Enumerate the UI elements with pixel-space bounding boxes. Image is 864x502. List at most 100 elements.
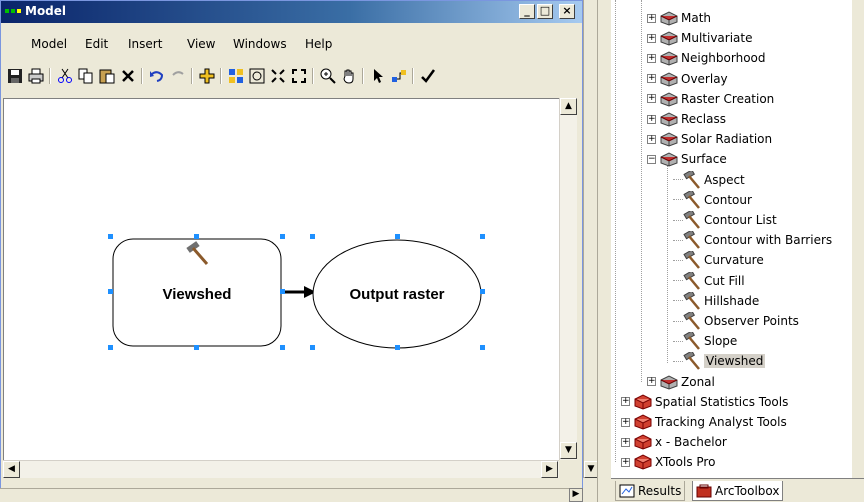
outer-scroll-down-button[interactable]: ▼ — [584, 461, 598, 478]
copy-icon[interactable] — [76, 66, 96, 86]
tab-arctoolbox-label: ArcToolbox — [715, 483, 780, 498]
full-extent-icon[interactable] — [247, 66, 267, 86]
collapse-icon[interactable]: − — [647, 154, 656, 164]
expand-icon[interactable]: + — [647, 134, 656, 144]
expand-icon[interactable]: + — [647, 53, 656, 63]
tree-item-reclass[interactable]: + Reclass — [647, 109, 726, 129]
toolbox-icon — [634, 394, 652, 410]
close-button[interactable]: × — [559, 4, 575, 19]
canvas-vertical-scrollbar[interactable]: ▲ ▼ — [559, 98, 577, 460]
expand-icon[interactable]: + — [647, 94, 656, 104]
tool-hammer-icon — [683, 190, 700, 209]
tree-item-contour-with-barriers[interactable]: Contour with Barriers — [673, 230, 832, 250]
tree-item-zonal[interactable]: + Zonal — [647, 372, 715, 392]
expand-icon[interactable]: + — [647, 13, 656, 23]
tree-item-label: Hillshade — [704, 293, 760, 308]
tree-item-surface[interactable]: − Surface — [647, 149, 727, 169]
tree-item-tracking-analyst-tools[interactable]: + Tracking Analyst Tools — [621, 412, 787, 432]
panel-divider[interactable] — [597, 0, 611, 502]
tab-results[interactable]: Results — [615, 481, 686, 501]
expand-icon[interactable]: + — [621, 417, 630, 427]
minimize-button[interactable]: _ — [519, 4, 535, 19]
select-icon[interactable] — [368, 66, 388, 86]
validate-icon[interactable] — [418, 66, 438, 86]
toolset-icon — [660, 72, 678, 87]
tree-item-slope[interactable]: Slope — [673, 331, 737, 351]
auto-layout-icon[interactable] — [226, 66, 246, 86]
menu-windows[interactable]: Windows — [233, 37, 287, 51]
expand-icon[interactable]: + — [621, 397, 630, 407]
menu-insert[interactable]: Insert — [128, 37, 162, 51]
model-canvas[interactable]: Viewshed Output raster — [3, 98, 577, 476]
tree-vertical-scrollbar[interactable] — [852, 0, 864, 478]
expand-icon[interactable]: + — [647, 114, 656, 124]
tree-item-label: x - Bachelor — [655, 435, 727, 450]
tree-item-x-bachelor[interactable]: + x - Bachelor — [621, 432, 727, 452]
resize-grip[interactable] — [559, 460, 577, 478]
tree-item-multivariate[interactable]: + Multivariate — [647, 28, 753, 48]
tree-item-observer-points[interactable]: Observer Points — [673, 311, 799, 331]
zoom-out-fixed-icon[interactable] — [289, 66, 309, 86]
tree-item-viewshed[interactable]: Viewshed — [673, 351, 766, 371]
save-icon[interactable] — [5, 66, 25, 86]
menu-model[interactable]: Model — [31, 37, 67, 51]
paste-icon[interactable] — [97, 66, 117, 86]
tree-item-xtools-pro[interactable]: + XTools Pro — [621, 452, 715, 472]
title-bar[interactable]: Model _ □ × — [1, 1, 582, 23]
redo-icon[interactable] — [168, 66, 188, 86]
tab-arctoolbox[interactable]: ArcToolbox — [692, 481, 784, 501]
tree-item-contour[interactable]: Contour — [673, 190, 752, 210]
canvas-horizontal-scrollbar[interactable]: ◀ ▶ — [3, 460, 559, 478]
maximize-button[interactable]: □ — [537, 4, 553, 19]
toolset-icon — [660, 31, 678, 46]
zoom-in-fixed-icon[interactable] — [268, 66, 288, 86]
expand-icon[interactable]: + — [621, 437, 630, 447]
tree-item-raster-creation[interactable]: + Raster Creation — [647, 89, 774, 109]
outer-scroll-right-button[interactable]: ▶ — [569, 488, 583, 502]
tree-item-aspect[interactable]: Aspect — [673, 170, 745, 190]
tool-hammer-icon — [683, 211, 700, 229]
expand-icon[interactable]: + — [621, 457, 630, 467]
tool-hammer-icon — [683, 352, 700, 371]
model-diagram: Viewshed Output raster — [108, 234, 485, 350]
toolbox-icon — [634, 434, 652, 450]
add-data-icon[interactable] — [197, 66, 217, 86]
scroll-down-button[interactable]: ▼ — [560, 442, 577, 459]
outer-horizontal-scrollbar[interactable] — [0, 488, 583, 502]
tool-hammer-icon — [683, 231, 700, 249]
delete-icon[interactable] — [118, 66, 138, 86]
zoom-in-icon[interactable] — [318, 66, 338, 86]
expand-icon[interactable]: + — [647, 74, 656, 84]
results-icon — [619, 484, 635, 497]
tree-item-label: Overlay — [681, 71, 728, 86]
output-raster-label: Output raster — [349, 286, 444, 303]
undo-icon[interactable] — [147, 66, 167, 86]
scroll-up-button[interactable]: ▲ — [560, 98, 577, 115]
cut-icon[interactable] — [55, 66, 75, 86]
expand-icon[interactable]: + — [647, 377, 656, 387]
toolset-icon — [660, 92, 678, 107]
tree-item-cut-fill[interactable]: Cut Fill — [673, 271, 745, 291]
outer-vertical-scrollbar[interactable]: ▼ — [583, 0, 598, 478]
pan-icon[interactable] — [339, 66, 359, 86]
menu-edit[interactable]: Edit — [85, 37, 108, 51]
menu-help[interactable]: Help — [305, 37, 332, 51]
tree-item-hillshade[interactable]: Hillshade — [673, 291, 759, 311]
tree-item-label: Neighborhood — [681, 51, 766, 66]
tree-item-spatial-statistics-tools[interactable]: + Spatial Statistics Tools — [621, 392, 788, 412]
tree-item-solar-radiation[interactable]: + Solar Radiation — [647, 129, 772, 149]
tree-item-math[interactable]: + Math — [647, 8, 711, 28]
connect-icon[interactable] — [389, 66, 409, 86]
tree-item-neighborhood[interactable]: + Neighborhood — [647, 48, 766, 68]
tree-item-contour-list[interactable]: Contour List — [673, 210, 777, 230]
tree-item-overlay[interactable]: + Overlay — [647, 69, 728, 89]
print-icon[interactable] — [26, 66, 46, 86]
tree-item-label: Contour with Barriers — [704, 233, 833, 248]
toolset-icon — [660, 112, 678, 127]
menu-view[interactable]: View — [187, 37, 215, 51]
tree-item-label: Solar Radiation — [681, 132, 773, 147]
expand-icon[interactable]: + — [647, 33, 656, 43]
scroll-right-button[interactable]: ▶ — [541, 461, 558, 478]
scroll-left-button[interactable]: ◀ — [3, 461, 20, 478]
tree-item-curvature[interactable]: Curvature — [673, 250, 764, 270]
